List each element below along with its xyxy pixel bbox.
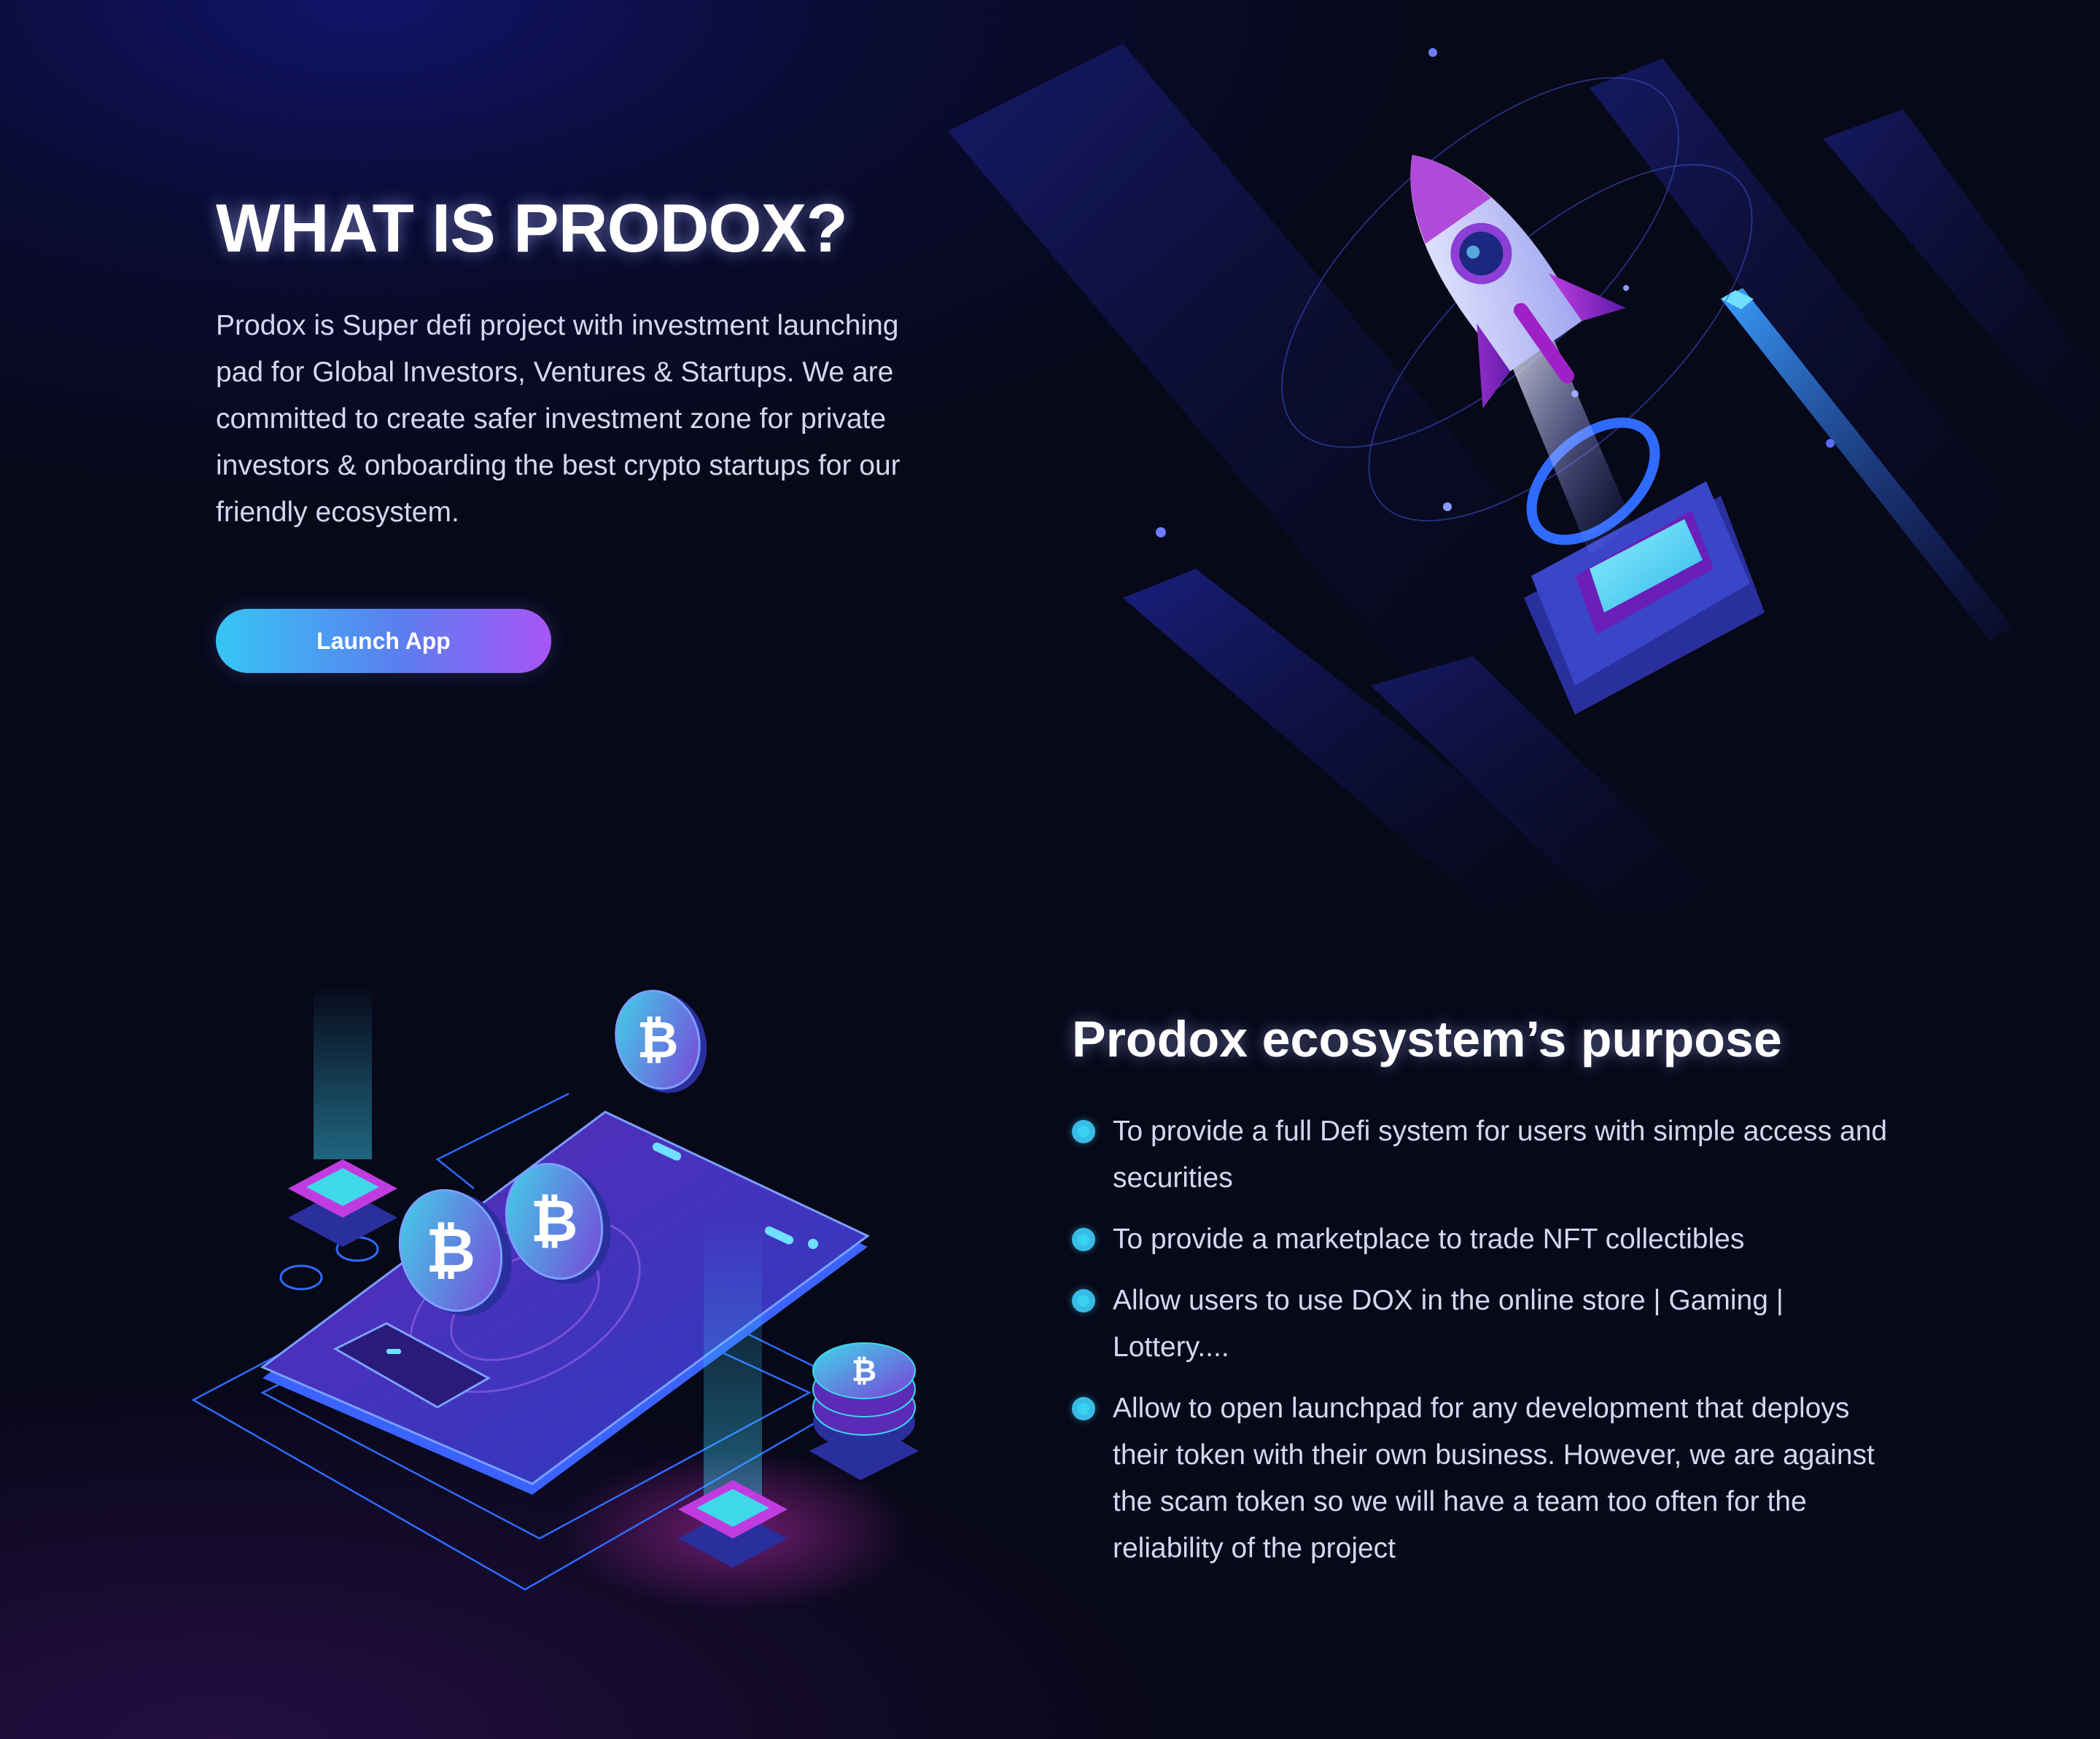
launch-app-button[interactable]: Launch App — [216, 609, 551, 673]
about-title: WHAT IS PRODOX? — [216, 190, 848, 266]
purpose-item-text: To provide a full Defi system for users … — [1113, 1116, 1888, 1194]
purpose-list: To provide a full Defi system for users … — [1072, 1108, 1896, 1587]
purpose-item: Allow users to use DOX in the online sto… — [1072, 1277, 1896, 1371]
bullet-icon — [1072, 1228, 1095, 1251]
purpose-item: Allow to open launchpad for any developm… — [1072, 1385, 1896, 1572]
coin-symbol-2: ₿ — [530, 1187, 578, 1255]
bitcoin-coin: ₿ — [615, 989, 707, 1093]
purpose-item: To provide a marketplace to trade NFT co… — [1072, 1216, 1896, 1263]
crypto-platform-illustration: ₿ ₿ ₿ ₿ — [191, 984, 919, 1611]
about-description: Prodox is Super defi project with invest… — [216, 310, 901, 528]
purpose-item-text: Allow to open launchpad for any developm… — [1113, 1393, 1875, 1564]
purpose-title: Prodox ecosystem’s purpose — [1072, 1011, 1782, 1067]
coin-symbol-1: ₿ — [637, 1010, 678, 1070]
bullet-icon — [1072, 1289, 1095, 1312]
rocket-illustration — [948, 44, 2100, 911]
bullet-icon — [1072, 1397, 1095, 1420]
coin-symbol-3: ₿ — [426, 1215, 475, 1286]
purpose-item: To provide a full Defi system for users … — [1072, 1108, 1896, 1202]
purpose-item-text: Allow users to use DOX in the online sto… — [1113, 1285, 1784, 1363]
purpose-item-text: To provide a marketplace to trade NFT co… — [1113, 1223, 1745, 1255]
coin-symbol-stack: ₿ — [852, 1353, 876, 1388]
bullet-icon — [1072, 1120, 1095, 1143]
